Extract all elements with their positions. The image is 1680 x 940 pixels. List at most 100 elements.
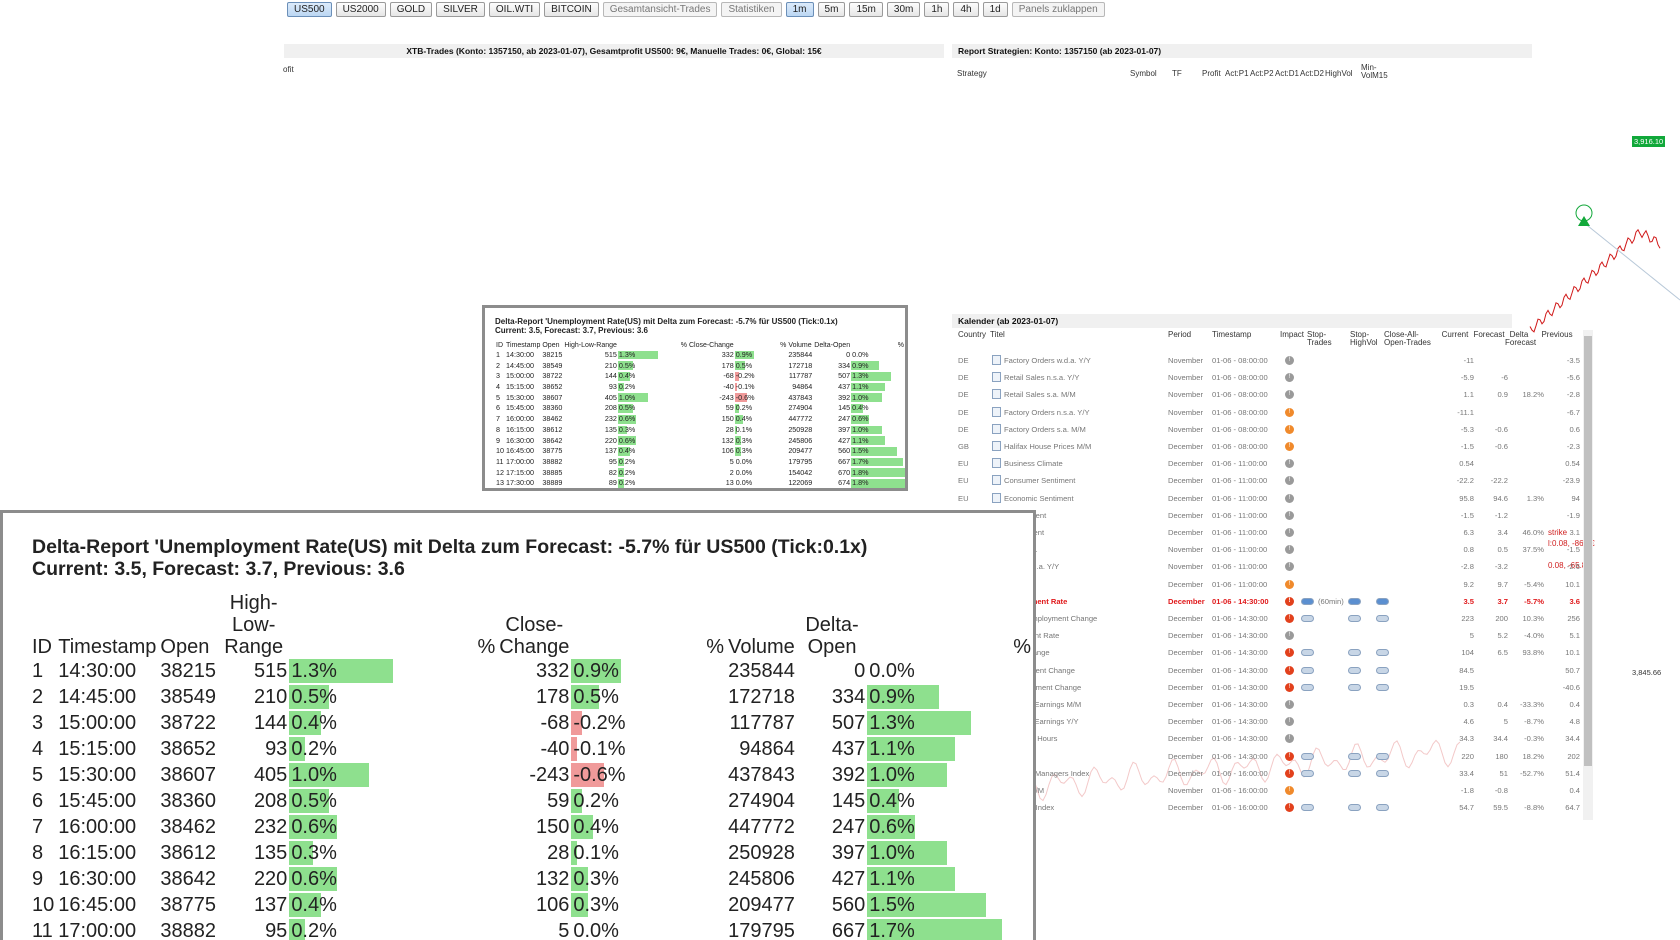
calendar-col-close-all[interactable]: Close-All-Open-Trades bbox=[1384, 331, 1439, 347]
stop-trades-toggle[interactable] bbox=[1301, 666, 1314, 674]
calendar-row[interactable]: Sales s.a.November01-06 - 11:00:00!0.80.… bbox=[958, 545, 1588, 562]
toolbar-button-1d[interactable]: 1d bbox=[982, 2, 1008, 17]
document-icon[interactable] bbox=[992, 355, 1001, 365]
close-all-toggle[interactable] bbox=[1376, 615, 1389, 622]
calendar-row[interactable]: ment ChangeDecember01-06 - 14:30:00!1046… bbox=[958, 648, 1588, 665]
toolbar-button-15m[interactable]: 15m bbox=[849, 2, 883, 17]
delta-cell-ts: 14:30:00 bbox=[506, 350, 534, 360]
stop-trades-toggle[interactable] bbox=[1301, 804, 1314, 812]
calendar-row[interactable]: rchasing Managers Index December 01-06 - 1… bbox=[958, 768, 1588, 786]
calendar-col-current[interactable]: Current bbox=[1438, 331, 1472, 339]
toolbar-button-gesamtansicht-trades[interactable]: Gesamtansicht-Trades bbox=[602, 2, 718, 17]
stop-highvol-toggle[interactable] bbox=[1348, 649, 1361, 657]
stop-trades-toggle[interactable] bbox=[1301, 597, 1314, 605]
calendar-scroll-thumb[interactable] bbox=[1584, 336, 1592, 766]
calendar-row[interactable]: DE Factory Orders w.d.a. Y/Y November 01-06… bbox=[958, 355, 1588, 373]
calendar-row[interactable]: Sales w.d.a. Y/YNovember01-06 - 11:00:00… bbox=[958, 562, 1588, 579]
calendar-row[interactable]: EU Economic Sentiment December 01-06 - 11:0… bbox=[958, 492, 1588, 511]
delta-pct-value: 1.7% bbox=[852, 456, 869, 466]
close-all-toggle[interactable] bbox=[1376, 597, 1389, 605]
toolbar-button-bitcoin[interactable]: BITCOIN bbox=[544, 2, 599, 17]
close-all-toggle[interactable] bbox=[1376, 769, 1389, 777]
calendar-col-title[interactable]: Titel bbox=[990, 331, 1030, 339]
calendar-row[interactable]: al SentimentDecember01-06 - 11:00:00!-1.… bbox=[958, 510, 1588, 528]
document-icon[interactable] bbox=[992, 475, 1001, 486]
document-icon[interactable] bbox=[992, 458, 1001, 469]
toolbar-button-oil-wti[interactable]: OIL.WTI bbox=[488, 2, 541, 17]
calendar-row[interactable]: EU Consumer Sentiment December 01-06 - 11:0… bbox=[958, 475, 1588, 493]
calendar-cell-country: DE bbox=[958, 373, 969, 383]
calendar-row[interactable]: employment RateDecember01-06 - 14:30:00!… bbox=[958, 596, 1588, 614]
close-all-toggle[interactable] bbox=[1376, 649, 1389, 657]
stop-highvol-toggle[interactable] bbox=[1348, 804, 1361, 812]
calendar-row[interactable]: GB Halifax House Prices M/M December 01-06 … bbox=[958, 441, 1588, 459]
calendar-col-stop-trades[interactable]: Stop-Trades bbox=[1307, 331, 1337, 347]
delta-cell-do: 0 bbox=[846, 350, 851, 360]
delta-report-title: Delta-Report 'Unemployment Rate(US) mit … bbox=[495, 317, 838, 326]
toolbar-button-silver[interactable]: SILVER bbox=[436, 2, 485, 17]
toolbar-button-panels-zuklappen[interactable]: Panels zuklappen bbox=[1011, 2, 1105, 17]
calendar-row[interactable]: s Activity IndexDecember01-06 - 16:00:00… bbox=[958, 803, 1588, 820]
toolbar-button-30m[interactable]: 30m bbox=[886, 2, 921, 17]
close-all-toggle[interactable] bbox=[1376, 666, 1389, 674]
close-all-toggle[interactable] bbox=[1376, 683, 1389, 691]
document-icon[interactable] bbox=[992, 441, 1001, 451]
close-all-toggle[interactable] bbox=[1376, 752, 1389, 760]
close-all-toggle[interactable] bbox=[1376, 804, 1389, 812]
calendar-row[interactable]: lash Y/YDecember01-06 - 11:00:00!9.29.7-… bbox=[958, 579, 1588, 597]
calendar-row[interactable]: mployment RateDecember01-06 - 14:30:00!5… bbox=[958, 631, 1588, 648]
toolbar-button-1m[interactable]: 1m bbox=[785, 2, 814, 17]
toolbar-button-us500[interactable]: US500 bbox=[287, 2, 332, 17]
calendar-row[interactable]: DE Factory Orders n.s.a. Y/Y November 01-06… bbox=[958, 406, 1588, 425]
calendar-col-stop-highvol[interactable]: Stop-HighVol bbox=[1350, 331, 1384, 347]
calendar-row[interactable]: e Weekly HoursDecember01-06 - 14:30:00!3… bbox=[958, 734, 1588, 751]
stop-highvol-toggle[interactable] bbox=[1348, 752, 1361, 760]
toolbar-button-statistiken[interactable]: Statistiken bbox=[721, 2, 782, 17]
stop-highvol-toggle[interactable] bbox=[1348, 683, 1361, 691]
calendar-col-previous[interactable]: Previous bbox=[1540, 331, 1574, 339]
toolbar-button-us2000[interactable]: US2000 bbox=[335, 2, 386, 17]
calendar-cell-period: November bbox=[1168, 545, 1204, 555]
calendar-row[interactable]: e Hourly Earnings M/M December 01-06 - 14:… bbox=[958, 700, 1588, 717]
calendar-col-timestamp[interactable]: Timestamp bbox=[1212, 331, 1272, 339]
calendar-col-delta-forecast[interactable]: Delta Forecast bbox=[1505, 331, 1536, 347]
calendar-row[interactable]: Orders M/MNovember01-06 - 16:00:00!-1.8-… bbox=[958, 786, 1588, 803]
calendar-cell-delta: -4.0% bbox=[1524, 631, 1544, 641]
delta-cell-cc-pct: 0.0% bbox=[735, 457, 767, 468]
calendar-col-country[interactable]: Country bbox=[958, 331, 988, 339]
calendar-row[interactable]: PayrollsDecember01-06 - 14:30:00!2201801… bbox=[958, 751, 1588, 769]
toolbar-button-gold[interactable]: GOLD bbox=[389, 2, 433, 17]
stop-highvol-toggle[interactable] bbox=[1348, 615, 1361, 622]
document-icon[interactable] bbox=[992, 492, 1001, 503]
calendar-row[interactable]: DE Factory Orders s.a. M/M November 01-06 -… bbox=[958, 423, 1588, 442]
document-icon[interactable] bbox=[992, 406, 1001, 417]
stop-trades-toggle[interactable] bbox=[1301, 769, 1314, 777]
stop-trades-toggle[interactable] bbox=[1301, 752, 1314, 760]
toolbar-button-4h[interactable]: 4h bbox=[953, 2, 979, 17]
document-icon[interactable] bbox=[992, 423, 1001, 434]
calendar-col-forecast[interactable]: Forecast bbox=[1473, 331, 1505, 339]
delta-cell-do-pct: 1.3% bbox=[851, 371, 894, 382]
calendar-row[interactable]: Employment Change December 01-06 - 14:30:0… bbox=[958, 665, 1588, 683]
document-icon[interactable] bbox=[992, 372, 1001, 383]
calendar-row[interactable]: e Hourly Earnings Y/Y December 01-06 - 14:… bbox=[958, 717, 1588, 734]
calendar-row[interactable]: -Farm Employment Change December 01-06 - 1… bbox=[958, 614, 1588, 631]
calendar-row[interactable]: e Employment Change December 01-06 - 14:30… bbox=[958, 682, 1588, 700]
toolbar-button-5m[interactable]: 5m bbox=[817, 2, 846, 17]
calendar-row[interactable]: s SentimentDecember01-06 - 11:00:00!6.33… bbox=[958, 528, 1588, 545]
stop-highvol-toggle[interactable] bbox=[1348, 769, 1361, 777]
calendar-row[interactable]: DE Retail Sales n.s.a. Y/Y November 01-06 -… bbox=[958, 372, 1588, 390]
document-icon[interactable] bbox=[992, 389, 1001, 400]
stop-trades-toggle[interactable] bbox=[1301, 649, 1314, 657]
toolbar-button-1h[interactable]: 1h bbox=[924, 2, 950, 17]
calendar-col-impact[interactable]: Impact bbox=[1280, 331, 1308, 339]
calendar-cell-title: Factory Orders w.d.a. Y/Y bbox=[1004, 356, 1091, 365]
calendar-row[interactable]: EU Business Climate December 01-06 - 11:00:… bbox=[958, 458, 1588, 476]
calendar-row[interactable]: DE Retail Sales s.a. M/M November 01-06 - 0… bbox=[958, 389, 1588, 407]
calendar-cell-current: -22.2 bbox=[1456, 476, 1474, 486]
stop-trades-toggle[interactable] bbox=[1301, 683, 1314, 691]
calendar-col-period[interactable]: Period bbox=[1168, 331, 1208, 339]
stop-highvol-toggle[interactable] bbox=[1348, 666, 1361, 674]
stop-trades-toggle[interactable] bbox=[1301, 615, 1314, 622]
stop-highvol-toggle[interactable] bbox=[1348, 597, 1361, 605]
